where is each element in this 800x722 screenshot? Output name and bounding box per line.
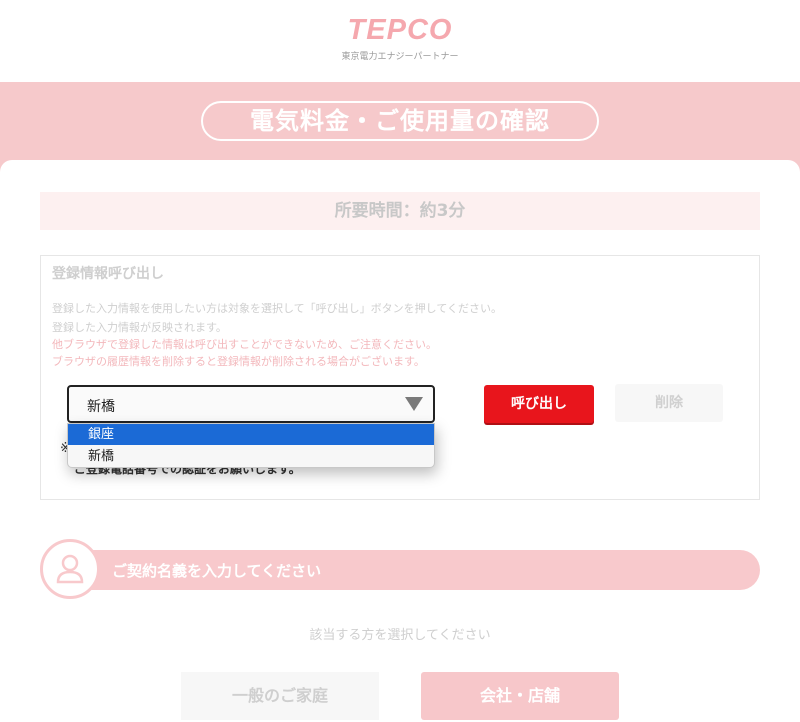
dropdown-option-ginza[interactable]: 銀座 xyxy=(68,424,434,445)
registration-select[interactable]: 新橋 xyxy=(67,385,435,423)
registration-heading: 登録情報呼び出し xyxy=(52,266,164,282)
general-household-button[interactable]: 一般のご家庭 xyxy=(181,672,379,720)
triangle-down-icon xyxy=(405,397,423,411)
registration-warning-2: ブラウザの履歴情報を削除すると登録情報が削除される場合がございます。 xyxy=(52,355,425,368)
select-dropdown-list: 銀座 新橋 xyxy=(67,423,435,468)
company-store-button[interactable]: 会社・店舗 xyxy=(421,672,619,720)
dropdown-option-shinbashi[interactable]: 新橋 xyxy=(68,446,434,467)
call-button[interactable]: 呼び出し xyxy=(484,385,594,423)
time-required-banner: 所要時間：約3分 xyxy=(40,192,760,230)
company-subtitle: 東京電力エナジーパートナー xyxy=(341,52,459,62)
page-title: 電気料金・ご使用量の確認 xyxy=(201,101,599,141)
select-current-value: 新橋 xyxy=(87,399,115,415)
contract-name-label: ご契約名義を入力してください xyxy=(112,562,322,580)
tepco-logo[interactable]: TEPCO xyxy=(0,14,800,47)
delete-button[interactable]: 削除 xyxy=(615,384,723,422)
site-header: TEPCO 東京電力エナジーパートナー xyxy=(0,0,800,82)
person-icon xyxy=(40,539,100,599)
registration-instruction: 登録した入力情報を使用したい方は対象を選択して「呼び出し」ボタンを押してください… xyxy=(52,302,503,315)
registration-warning: 他ブラウザで登録した情報は呼び出すことができないため、ご注意ください。 xyxy=(52,338,437,351)
contract-select-prompt: 該当する方を選択してください xyxy=(309,628,491,643)
registration-instruction-2: 登録した入力情報が反映されます。 xyxy=(52,321,227,334)
